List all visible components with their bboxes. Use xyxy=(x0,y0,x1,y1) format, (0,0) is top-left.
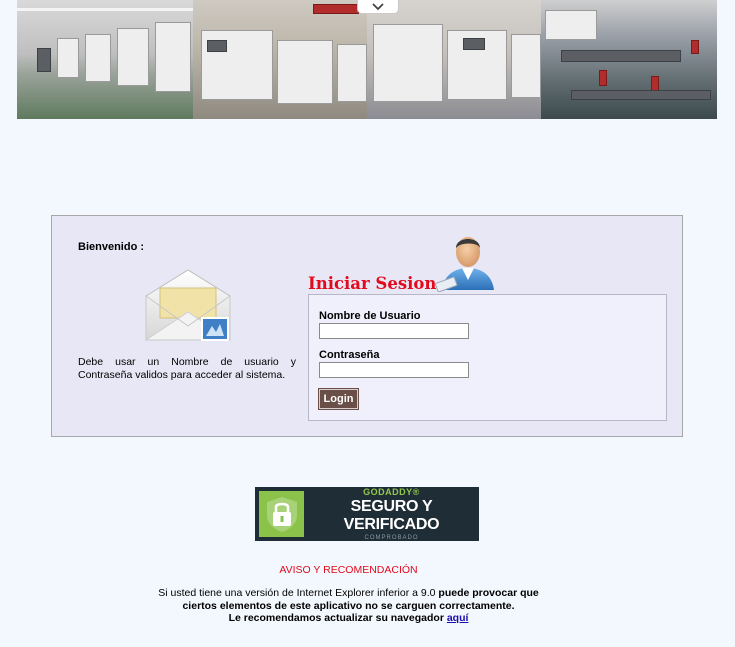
notice-title: AVISO Y RECOMENDACIÓN xyxy=(279,564,418,576)
banner-photo-assembly-line xyxy=(541,0,717,119)
welcome-heading: Bienvenido : xyxy=(78,241,145,253)
header-banner xyxy=(17,0,717,119)
seal-subtitle: COMPROBADO xyxy=(364,535,419,541)
notice-body: Si usted tiene una versión de Internet E… xyxy=(0,587,697,625)
login-button[interactable]: Login xyxy=(318,388,359,410)
password-input[interactable] xyxy=(319,362,469,378)
banner-photo-printing-machines xyxy=(193,0,367,119)
envelope-icon xyxy=(144,269,232,341)
banner-photo-production-floor xyxy=(17,0,193,119)
password-label: Contraseña xyxy=(319,349,380,361)
username-input[interactable] xyxy=(319,323,469,339)
notice-line1-prefix: Si usted tiene una versión de Internet E… xyxy=(158,587,436,599)
lock-badge xyxy=(259,491,304,537)
login-box: Bienvenido : Debe usar un Nombre de usua… xyxy=(51,215,683,437)
notice-line3: Le recomendamos actualizar su navegador xyxy=(228,612,444,624)
seal-text: GODADDY® SEGURO Y VERIFICADO COMPROBADO xyxy=(304,487,479,541)
notice-line1-suffix: puede provocar que xyxy=(438,587,539,599)
notice-line2: ciertos elementos de este aplicativo no … xyxy=(182,599,515,612)
login-title: Iniciar Sesion xyxy=(308,274,437,293)
user-avatar-icon xyxy=(435,237,494,292)
seal-brand: GODADDY® xyxy=(363,487,420,497)
security-seal[interactable]: GODADDY® SEGURO Y VERIFICADO COMPROBADO xyxy=(255,487,479,541)
username-label: Nombre de Usuario xyxy=(319,310,421,322)
seal-title: SEGURO Y VERIFICADO xyxy=(343,498,440,533)
login-instructions: Debe usar un Nombre de usuario y Contras… xyxy=(78,356,296,381)
chevron-down-icon xyxy=(372,2,384,10)
banner-photo-industrial-printers xyxy=(367,0,541,119)
update-browser-link[interactable]: aquí xyxy=(447,612,469,624)
lock-icon xyxy=(266,497,297,532)
login-form: Nombre de Usuario Contraseña Login xyxy=(308,294,667,421)
collapse-banner-button[interactable] xyxy=(357,0,399,14)
